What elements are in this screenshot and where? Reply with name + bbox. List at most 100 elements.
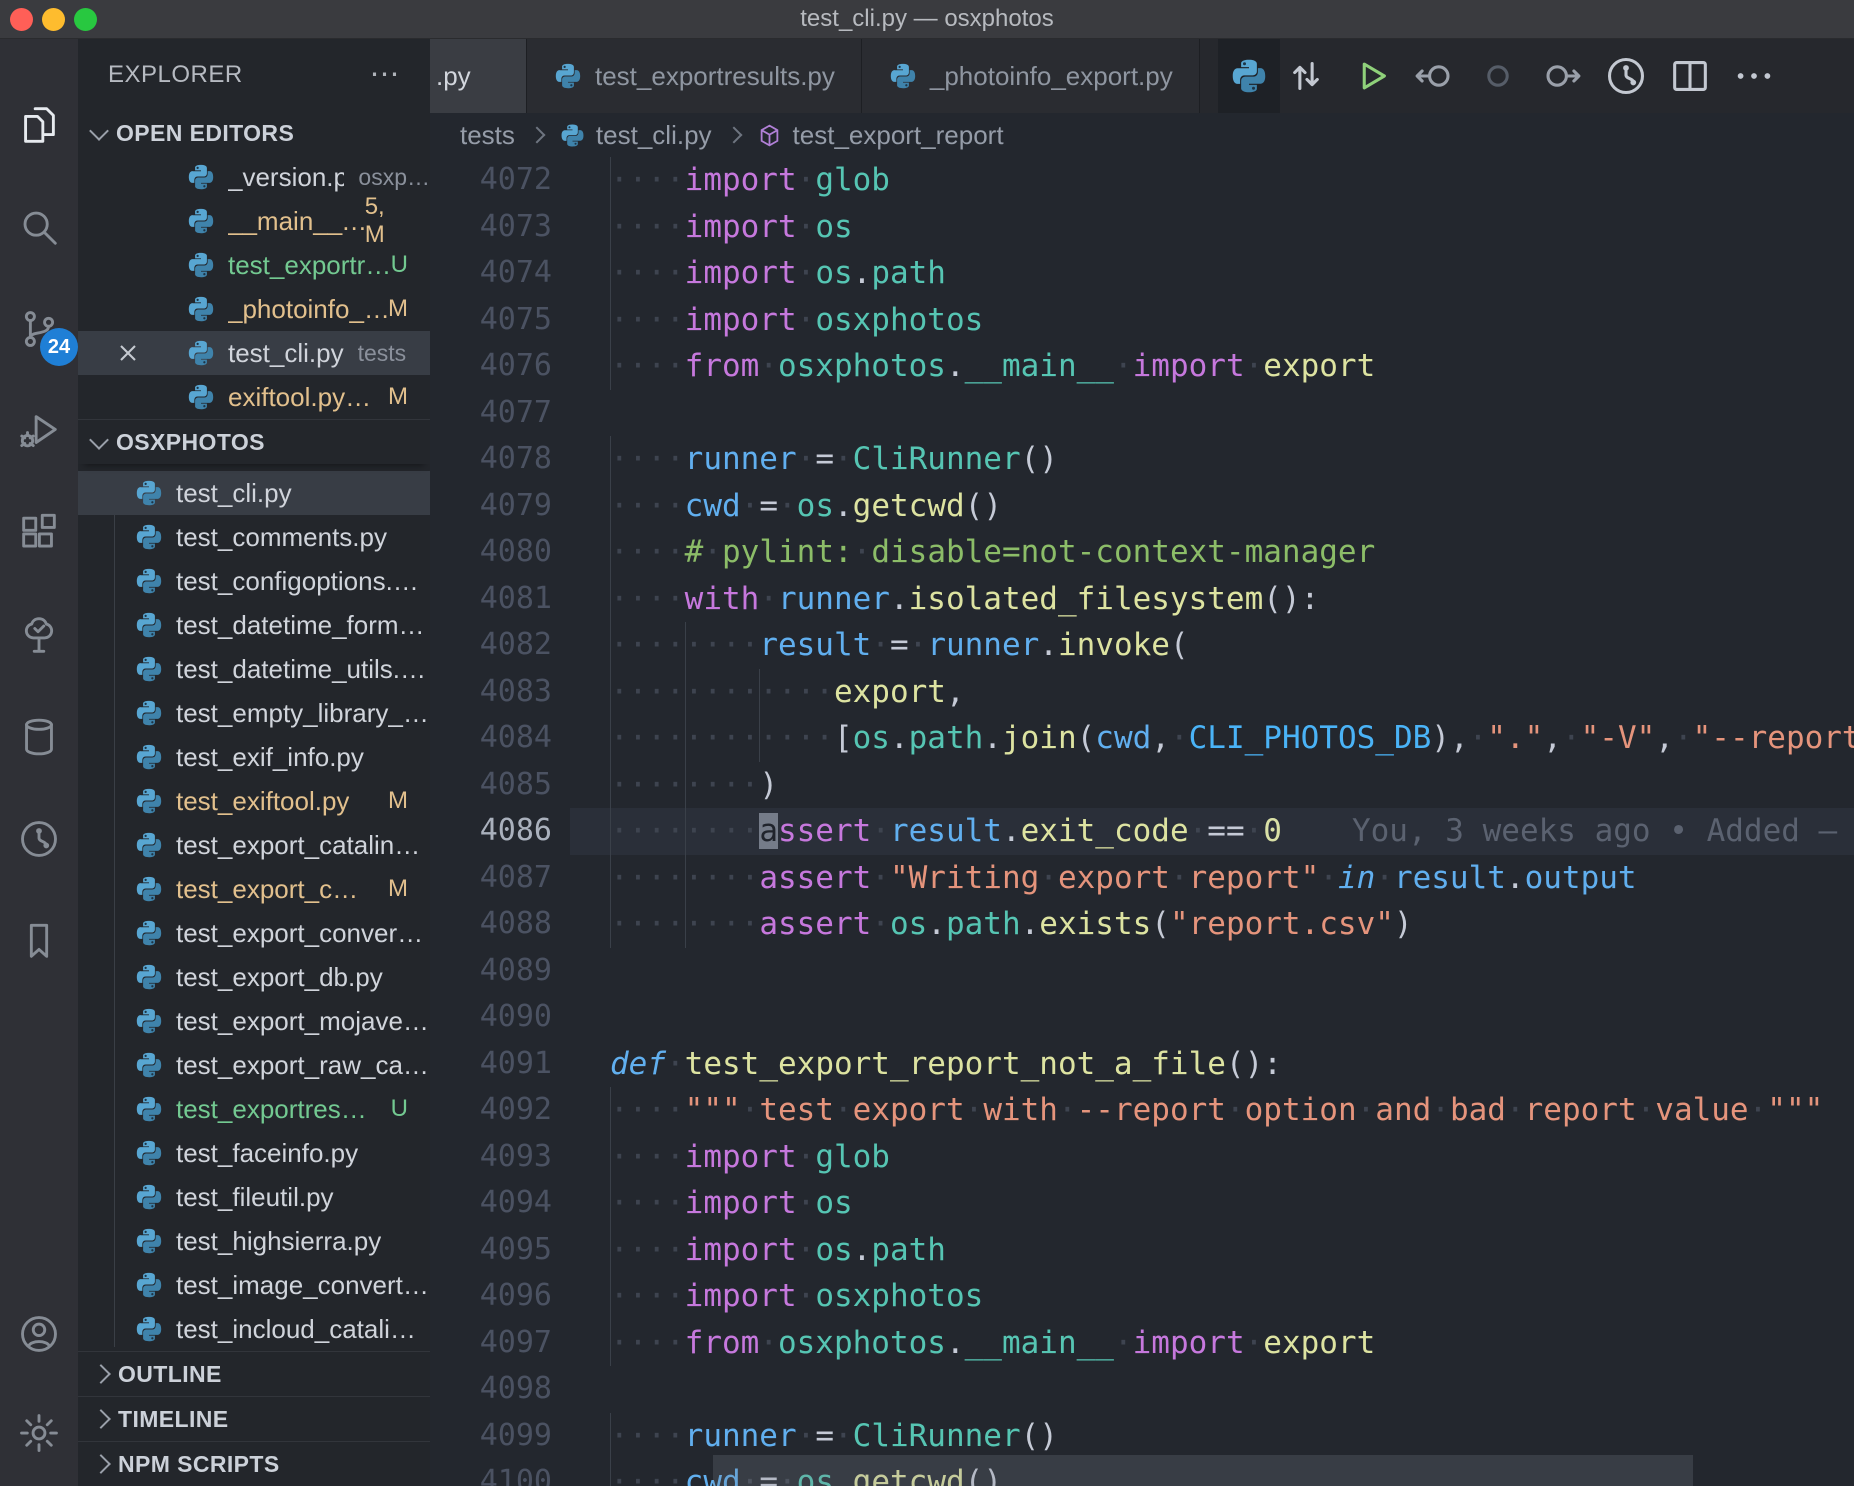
tree-item[interactable]: test_highsierra.py [78, 1219, 430, 1263]
code-line[interactable]: 4078····runner·=·CliRunner() [430, 436, 1854, 483]
code-line[interactable]: 4097····from·osxphotos.__main__·import·e… [430, 1320, 1854, 1367]
line-number[interactable]: 4075 [430, 297, 570, 344]
close-icon[interactable] [114, 339, 142, 367]
code-text[interactable]: ····#·pylint:·disable=not-context-manage… [570, 529, 1854, 576]
tree-item[interactable]: test_incloud_catali… [78, 1307, 430, 1351]
breadcrumb-item[interactable]: test_cli.py [596, 120, 712, 151]
step-forward-button[interactable] [1539, 53, 1585, 99]
code-line[interactable]: 4091def·test_export_report_not_a_file(): [430, 1041, 1854, 1088]
split-editor-button[interactable] [1667, 53, 1713, 99]
activity-settings-icon[interactable] [16, 1410, 62, 1456]
code-text[interactable]: ····from·osxphotos.__main__·import·expor… [570, 343, 1854, 390]
activity-database-icon[interactable] [16, 714, 62, 760]
gitlens-graph-button[interactable] [1603, 53, 1649, 99]
code-text[interactable]: ····cwd·=·os.getcwd() [570, 483, 1854, 530]
code-text[interactable]: ····runner·=·CliRunner() [570, 1413, 1854, 1460]
line-number[interactable]: 4076 [430, 343, 570, 390]
open-editor-item[interactable]: exiftool.py…M [78, 375, 430, 419]
code-text[interactable] [570, 994, 1854, 1041]
step-back-button[interactable] [1411, 53, 1457, 99]
run-file-button[interactable] [1347, 53, 1393, 99]
activity-bookmarks-icon[interactable] [16, 918, 62, 964]
code-text[interactable]: ········assert·os.path.exists("report.cs… [570, 901, 1854, 948]
activity-extensions-icon[interactable] [16, 510, 62, 556]
open-editor-item[interactable]: __main__.…5, M [78, 199, 430, 243]
line-number[interactable]: 4077 [430, 390, 570, 437]
tree-item[interactable]: test_exif_info.py [78, 735, 430, 779]
code-text[interactable] [570, 390, 1854, 437]
code-text[interactable]: ············[os.path.join(cwd,·CLI_PHOTO… [570, 715, 1854, 762]
code-line[interactable]: 4090 [430, 994, 1854, 1041]
activity-explorer-icon[interactable] [16, 102, 62, 148]
code-text[interactable]: def·test_export_report_not_a_file(): [570, 1041, 1854, 1088]
code-line[interactable]: 4094····import·os [430, 1180, 1854, 1227]
line-number[interactable]: 4093 [430, 1134, 570, 1181]
code-text[interactable]: ········assert·result.exit_code·==·0You,… [570, 808, 1854, 855]
code-line[interactable]: 4075····import·osxphotos [430, 297, 1854, 344]
code-line[interactable]: 4077 [430, 390, 1854, 437]
code-line[interactable]: 4080····#·pylint:·disable=not-context-ma… [430, 529, 1854, 576]
code-text[interactable]: ····import·os.path [570, 250, 1854, 297]
section-osxphotos[interactable]: OSXPHOTOS [78, 419, 430, 464]
code-text[interactable]: ····"""·test·export·with·--report·option… [570, 1087, 1854, 1134]
tree-item[interactable]: test_comments.py [78, 515, 430, 559]
section-npm-scripts[interactable]: NPM SCRIPTS [78, 1441, 430, 1486]
line-number[interactable]: 4088 [430, 901, 570, 948]
line-number[interactable]: 4097 [430, 1320, 570, 1367]
activity-source-control-icon[interactable]: 24 [16, 306, 62, 352]
code-line[interactable]: 4081····with·runner.isolated_filesystem(… [430, 576, 1854, 623]
line-number[interactable]: 4078 [430, 436, 570, 483]
line-number[interactable]: 4096 [430, 1273, 570, 1320]
activity-run-and-debug-icon[interactable] [16, 408, 62, 454]
line-number[interactable]: 4082 [430, 622, 570, 669]
code-line[interactable]: 4086········assert·result.exit_code·==·0… [430, 808, 1854, 855]
python-interpreter-button[interactable] [1218, 39, 1280, 113]
code-text[interactable] [570, 948, 1854, 995]
code-line[interactable]: 4099····runner·=·CliRunner() [430, 1413, 1854, 1460]
code-line[interactable]: 4083············export, [430, 669, 1854, 716]
code-line[interactable]: 4096····import·osxphotos [430, 1273, 1854, 1320]
breadcrumb-item[interactable]: test_export_report [793, 120, 1004, 151]
line-number[interactable]: 4074 [430, 250, 570, 297]
tree-item[interactable]: test_exiftool.pyM [78, 779, 430, 823]
tree-item[interactable]: test_exportres…U [78, 1087, 430, 1131]
line-number[interactable]: 4087 [430, 855, 570, 902]
code-text[interactable]: ········result·=·runner.invoke( [570, 622, 1854, 669]
tree-item[interactable]: test_fileutil.py [78, 1175, 430, 1219]
line-number[interactable]: 4098 [430, 1366, 570, 1413]
code-line[interactable]: 4085········) [430, 762, 1854, 809]
code-line[interactable]: 4076····from·osxphotos.__main__·import·e… [430, 343, 1854, 390]
breadcrumb-item[interactable]: tests [460, 120, 515, 151]
line-number[interactable]: 4072 [430, 157, 570, 204]
more-actions-button[interactable] [1731, 53, 1777, 99]
code-line[interactable]: 4072····import·glob [430, 157, 1854, 204]
code-line[interactable]: 4088········assert·os.path.exists("repor… [430, 901, 1854, 948]
tree-item[interactable]: test_faceinfo.py [78, 1131, 430, 1175]
tree-item[interactable]: test_export_mojave… [78, 999, 430, 1043]
more-actions-icon[interactable]: ⋯ [370, 39, 401, 111]
tree-item[interactable]: test_export_c…M [78, 867, 430, 911]
code-line[interactable]: 4079····cwd·=·os.getcwd() [430, 483, 1854, 530]
code-text[interactable]: ····import·os [570, 204, 1854, 251]
section-timeline[interactable]: TIMELINE [78, 1396, 430, 1441]
tree-item[interactable]: test_export_conver… [78, 911, 430, 955]
open-editor-item[interactable]: _photoinfo_…M [78, 287, 430, 331]
line-number[interactable]: 4091 [430, 1041, 570, 1088]
tree-item[interactable]: test_empty_library_… [78, 691, 430, 735]
tree-item[interactable]: test_export_catalin… [78, 823, 430, 867]
tree-item[interactable]: test_export_raw_ca… [78, 1043, 430, 1087]
code-line[interactable]: 4082········result·=·runner.invoke( [430, 622, 1854, 669]
code-text[interactable]: ········) [570, 762, 1854, 809]
line-number[interactable]: 4089 [430, 948, 570, 995]
code-text[interactable]: ····import·osxphotos [570, 1273, 1854, 1320]
code-text[interactable]: ····runner·=·CliRunner() [570, 436, 1854, 483]
code-text[interactable] [570, 1366, 1854, 1413]
tab[interactable]: _photoinfo_export.py [862, 39, 1200, 113]
line-number[interactable]: 4094 [430, 1180, 570, 1227]
tree-item[interactable]: test_image_convert… [78, 1263, 430, 1307]
line-number[interactable]: 4099 [430, 1413, 570, 1460]
tab[interactable]: test_exportresults.py [527, 39, 862, 113]
line-number[interactable]: 4079 [430, 483, 570, 530]
line-number[interactable]: 4073 [430, 204, 570, 251]
tree-item[interactable]: test_cli.py [78, 471, 430, 515]
